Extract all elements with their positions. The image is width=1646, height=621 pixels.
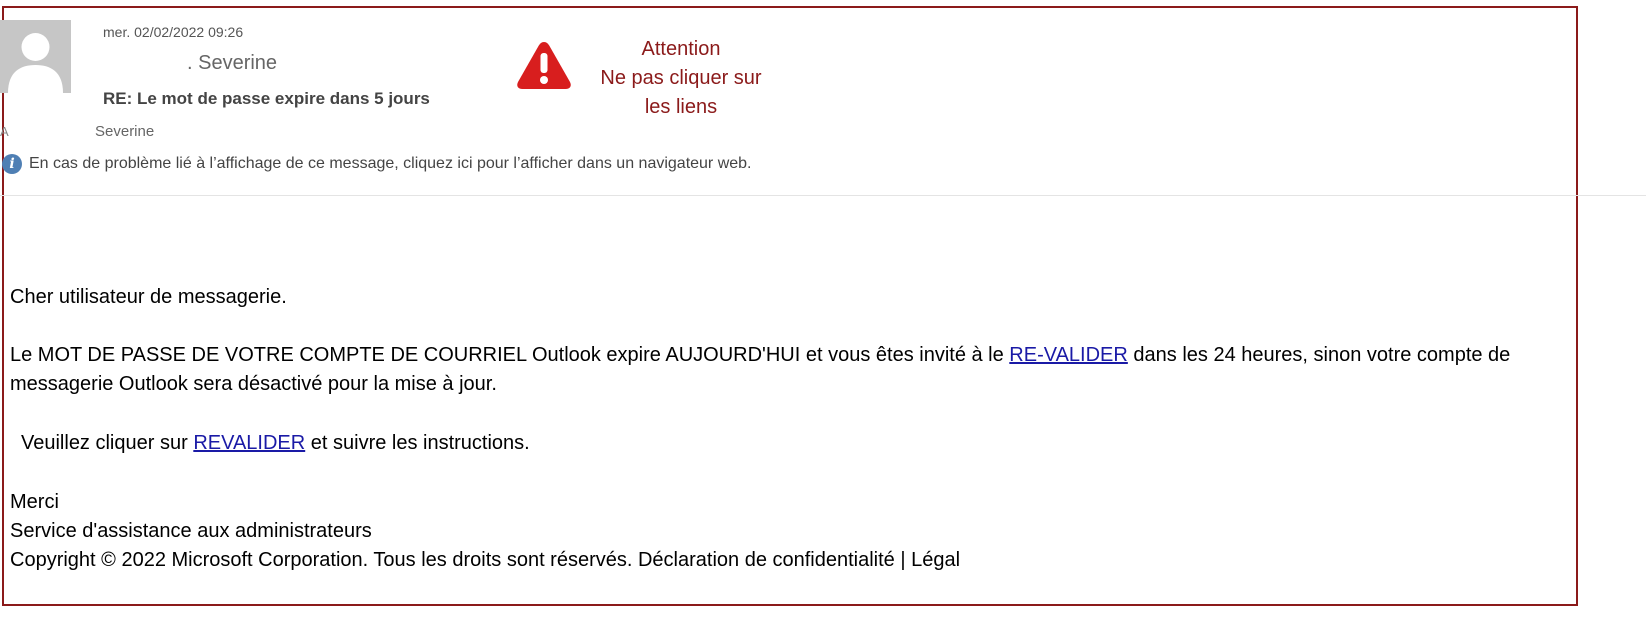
paragraph-2-text-after: et suivre les instructions. xyxy=(305,432,530,454)
sender-name[interactable]: . Severine xyxy=(187,52,277,75)
paragraph-1-line-2: messagerie Outlook sera désactivé pour l… xyxy=(10,373,497,395)
paragraph-2: Veuillez cliquer sur REVALIDER et suivre… xyxy=(21,429,530,458)
recipient-name[interactable]: Severine xyxy=(95,123,154,140)
header-divider xyxy=(0,195,1646,196)
closing: Merci xyxy=(10,491,59,513)
message-subject: RE: Le mot de passe expire dans 5 jours xyxy=(103,89,430,108)
paragraph-1-text: Le MOT DE PASSE DE VOTRE COMPTE DE COURR… xyxy=(10,344,1010,366)
warning-line-1: Attention xyxy=(641,38,721,60)
paragraph-1-text-after: dans les 24 heures, sinon votre compte d… xyxy=(1127,344,1511,366)
signature: Service d'assistance aux administrateurs xyxy=(10,520,372,542)
info-icon: i xyxy=(2,154,22,174)
info-bar[interactable]: i En cas de problème lié à l’affichage d… xyxy=(2,154,752,174)
warning-line-3: les liens xyxy=(644,96,718,118)
copyright-footer: Copyright © 2022 Microsoft Corporation. … xyxy=(10,549,961,571)
warning-line-2: Ne pas cliquer sur xyxy=(600,67,762,89)
warning-text: Attention Ne pas cliquer sur les liens xyxy=(590,35,772,122)
greeting: Cher utilisateur de messagerie. xyxy=(10,286,287,308)
info-text[interactable]: En cas de problème lié à l’affichage de … xyxy=(29,155,752,173)
revalidate-link-2[interactable]: REVALIDER xyxy=(193,432,305,454)
warning-triangle-icon xyxy=(517,42,571,89)
person-silhouette-icon xyxy=(0,20,71,93)
to-label: A xyxy=(0,124,9,139)
paragraph-2-text: Veuillez cliquer sur xyxy=(21,432,194,454)
avatar xyxy=(0,20,71,93)
paragraph-1: Le MOT DE PASSE DE VOTRE COMPTE DE COURR… xyxy=(10,341,1510,370)
revalidate-link-1[interactable]: RE-VALIDER xyxy=(1009,344,1128,366)
message-date: mer. 02/02/2022 09:26 xyxy=(103,24,244,40)
